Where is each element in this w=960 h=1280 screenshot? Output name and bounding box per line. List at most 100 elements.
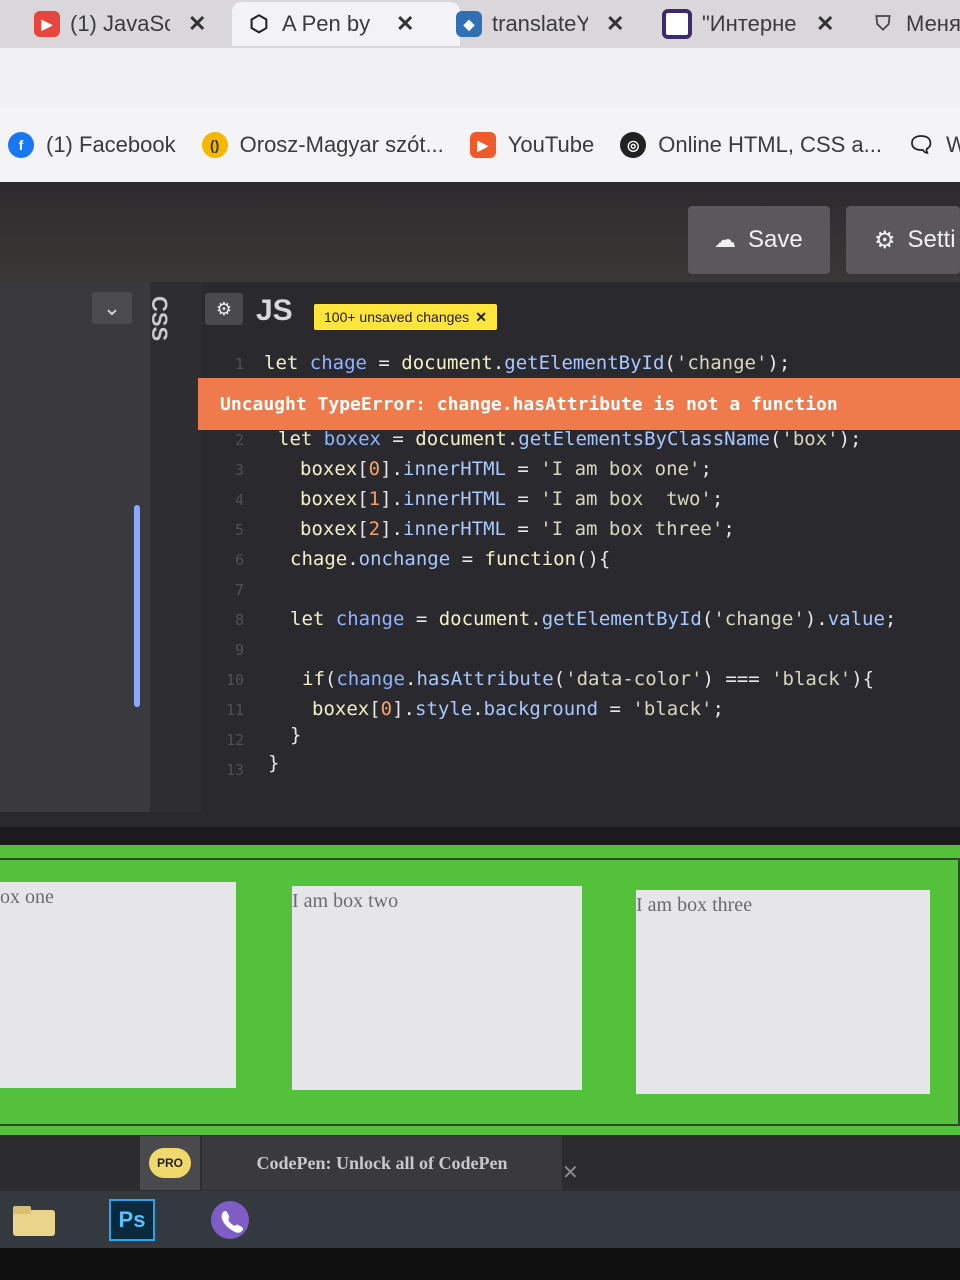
code-token: 1 xyxy=(368,488,381,510)
code-token: ); xyxy=(838,428,862,450)
code-token: ){ xyxy=(851,668,875,690)
close-icon[interactable]: ✕ xyxy=(396,11,414,37)
line-number: 8 xyxy=(234,611,244,629)
html-panel-collapsed xyxy=(0,282,150,812)
tab-translatey[interactable]: ◆ translateY ✕ xyxy=(442,2,670,46)
close-icon[interactable]: ✕ xyxy=(562,1160,579,1185)
code-token: ( xyxy=(324,668,337,690)
bookmark-label: YouTube xyxy=(507,132,595,157)
browser-tab-strip: ▶ (1) JavaSc ✕ ⬡ A Pen by ✕ ◆ translateY… xyxy=(0,0,960,48)
code-line-10[interactable]: if(change.hasAttribute('data-color') ===… xyxy=(302,668,874,690)
line-number: 5 xyxy=(234,521,244,539)
bookmark-online-html[interactable]: ◎ Online HTML, CSS a... xyxy=(620,132,882,158)
close-icon[interactable]: ✕ xyxy=(475,309,487,326)
code-token: boxex xyxy=(323,428,381,450)
code-token: if xyxy=(302,668,325,690)
code-token: let xyxy=(264,352,310,374)
code-token: . xyxy=(530,608,542,630)
code-token: let xyxy=(278,428,324,450)
bookmark-orosz-magyar[interactable]: () Orosz-Magyar szót... xyxy=(201,132,444,158)
code-line-6[interactable]: chage.onchange = function(){ xyxy=(290,548,610,570)
css-panel-collapsed[interactable] xyxy=(150,282,202,812)
code-token: let xyxy=(290,608,336,630)
code-line-1[interactable]: let chage = document.getElementById('cha… xyxy=(264,352,790,374)
code-token: = xyxy=(450,548,485,570)
bookmark-facebook[interactable]: f (1) Facebook xyxy=(8,132,176,158)
preview-box-three: I am box three xyxy=(636,890,930,1094)
close-icon[interactable]: ✕ xyxy=(606,11,624,37)
bookmark-youtube[interactable]: ▶ YouTube xyxy=(469,132,595,158)
code-token: ]. xyxy=(380,518,403,540)
code-token: style xyxy=(415,698,473,720)
code-token: 'I am box one' xyxy=(540,458,701,480)
photoshop-icon[interactable]: Ps xyxy=(106,1198,158,1242)
code-token: change xyxy=(336,668,405,690)
promo-text[interactable]: CodePen: Unlock all of CodePen xyxy=(202,1136,562,1190)
chat-icon: 🗨 xyxy=(907,132,935,157)
code-token: === xyxy=(713,668,772,690)
tab-menya[interactable]: ⛉ Меня xyxy=(856,2,960,46)
code-token: . xyxy=(492,352,505,374)
code-line-12[interactable]: } xyxy=(290,724,301,746)
code-token: boxex xyxy=(300,458,358,480)
tab-a-pen-by[interactable]: ⬡ A Pen by ✕ xyxy=(232,2,460,46)
unsaved-changes-badge[interactable]: 100+ unsaved changes ✕ xyxy=(314,304,497,330)
code-token: = xyxy=(380,428,416,450)
square-icon xyxy=(662,9,692,39)
line-number: 4 xyxy=(234,491,244,509)
line-number: 12 xyxy=(225,731,244,749)
code-line-2[interactable]: let boxex = document.getElementsByClassN… xyxy=(278,428,861,450)
code-token: chage xyxy=(290,548,348,570)
viber-icon[interactable] xyxy=(204,1198,256,1242)
code-token: [ xyxy=(357,458,369,480)
code-token: . xyxy=(404,668,417,690)
tab-label: A Pen by xyxy=(282,11,371,36)
code-token: } xyxy=(268,752,280,774)
code-token: ( xyxy=(664,352,676,374)
code-token: 'black' xyxy=(632,698,713,720)
code-token: getElementById xyxy=(541,608,702,630)
code-token: ; xyxy=(723,518,735,540)
css-panel-label[interactable]: CSS xyxy=(122,296,172,341)
code-token: = xyxy=(598,698,633,720)
file-explorer-icon[interactable] xyxy=(8,1198,60,1242)
code-token: 'data-color' xyxy=(565,668,703,690)
tab-javascript[interactable]: ▶ (1) JavaSc ✕ xyxy=(20,2,258,46)
code-token: 0 xyxy=(368,458,381,480)
code-token: . xyxy=(347,548,359,570)
code-token: innerHTML xyxy=(403,458,506,480)
codepen-icon: ⬡ xyxy=(249,11,269,36)
scrollbar[interactable] xyxy=(134,505,140,707)
close-icon[interactable]: ✕ xyxy=(816,11,834,37)
pro-badge[interactable]: PRO xyxy=(140,1136,200,1190)
code-token: = xyxy=(404,608,439,630)
code-token: ; xyxy=(712,698,724,720)
save-button[interactable]: ☁ Save xyxy=(688,206,830,274)
code-token: ( xyxy=(769,428,782,450)
bookmark-label: We xyxy=(945,132,960,157)
code-token: = xyxy=(505,458,541,480)
code-token: = xyxy=(366,352,402,374)
screen-bezel xyxy=(0,1248,960,1280)
bookmark-we[interactable]: 🗨 We xyxy=(907,132,960,158)
codepen-header: ☁ Save ⚙ Setti xyxy=(0,182,960,282)
code-token: innerHTML xyxy=(403,518,506,540)
code-line-8[interactable]: let change = document.getElementById('ch… xyxy=(290,608,896,630)
photoshop-label: Ps xyxy=(109,1199,155,1241)
code-line-5[interactable]: boxex[2].innerHTML = 'I am box three'; xyxy=(300,518,735,540)
tab-internet[interactable]: "Интерне ✕ xyxy=(648,2,876,46)
code-token: ) xyxy=(702,668,714,690)
code-token: 0 xyxy=(380,698,393,720)
code-line-13[interactable]: } xyxy=(268,752,279,774)
settings-button[interactable]: ⚙ Setti xyxy=(846,206,960,274)
code-line-3[interactable]: boxex[0].innerHTML = 'I am box one'; xyxy=(300,458,712,480)
line-number: 13 xyxy=(225,761,244,779)
code-token: [ xyxy=(357,488,369,510)
close-icon[interactable]: ✕ xyxy=(188,11,206,37)
dictionary-icon: () xyxy=(201,132,228,158)
js-settings-gear-icon[interactable]: ⚙ xyxy=(205,293,243,325)
code-token: ]. xyxy=(380,488,403,510)
code-line-4[interactable]: boxex[1].innerHTML = 'I am box two'; xyxy=(300,488,723,510)
code-line-11[interactable]: boxex[0].style.background = 'black'; xyxy=(312,698,724,720)
code-token: [ xyxy=(369,698,381,720)
